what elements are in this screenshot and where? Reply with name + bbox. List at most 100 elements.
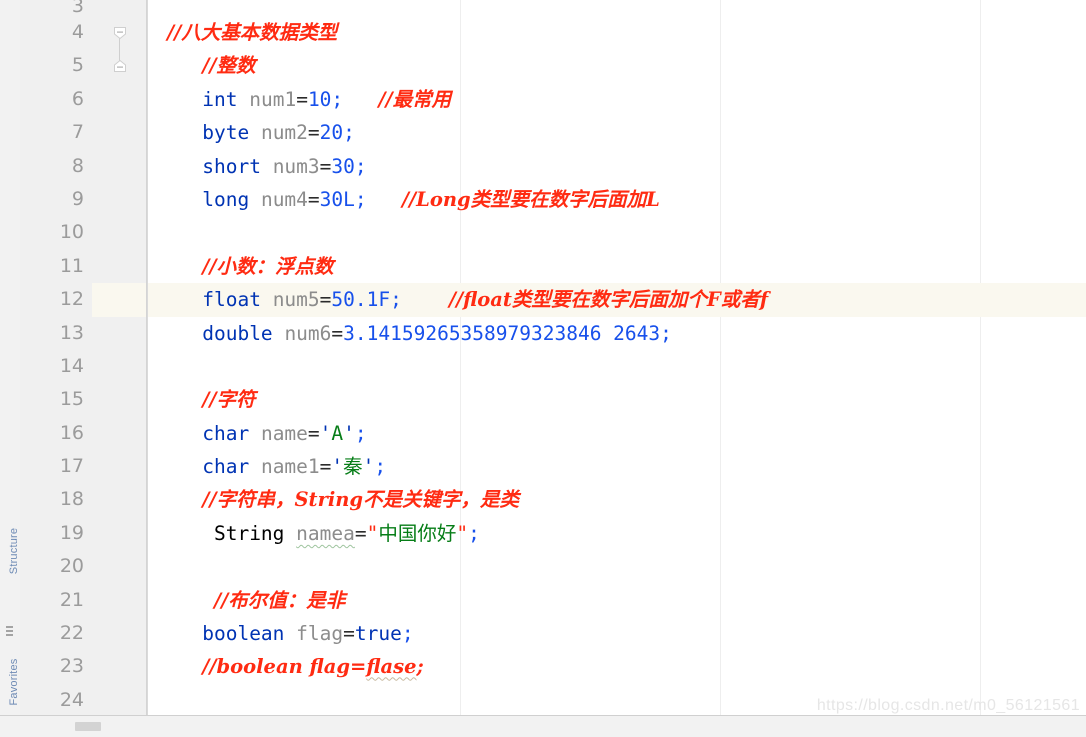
- line-content[interactable]: //小数：浮点数: [147, 249, 1086, 284]
- editor-line[interactable]: 4 //八大基本数据类型: [20, 16, 1086, 50]
- line-content[interactable]: float num5=50.1F; //float类型要在数字后面加个F或者f: [147, 283, 1086, 317]
- watermark: https://blog.csdn.net/m0_56121561: [816, 697, 1080, 714]
- comment-token: //boolean flag=: [202, 655, 367, 679]
- line-number: 23: [20, 650, 92, 684]
- editor-line[interactable]: 6 int num1=10; //最常用: [20, 82, 1086, 117]
- line-content[interactable]: [147, 216, 1086, 250]
- line-content[interactable]: [147, 349, 1086, 384]
- identifier-token: num4: [260, 187, 308, 211]
- fold-gutter[interactable]: [92, 283, 147, 317]
- fold-gutter[interactable]: [92, 583, 147, 618]
- line-content[interactable]: int num1=10; //最常用: [147, 82, 1086, 117]
- editor-line[interactable]: 22 boolean flag=true;: [20, 617, 1086, 651]
- identifier-token: num2: [260, 121, 308, 145]
- line-content[interactable]: byte num2=20;: [147, 116, 1086, 150]
- fold-gutter[interactable]: [92, 0, 147, 16]
- editor-line[interactable]: 17 char name1='秦';: [20, 450, 1086, 484]
- fold-gutter[interactable]: [92, 49, 147, 83]
- line-number: 22: [20, 617, 92, 651]
- line-content[interactable]: //字符: [147, 383, 1086, 417]
- line-content[interactable]: //布尔值：是非: [147, 583, 1086, 618]
- editor-line-current[interactable]: 12 float num5=50.1F; //float类型要在数字后面加个F或…: [20, 283, 1086, 317]
- drag-grip-icon[interactable]: [6, 626, 13, 637]
- editor-line[interactable]: 14: [20, 349, 1086, 384]
- line-content[interactable]: String namea="中国你好";: [147, 516, 1086, 551]
- fold-gutter[interactable]: [92, 82, 147, 117]
- fold-gutter[interactable]: [92, 216, 147, 250]
- fold-gutter[interactable]: [92, 416, 147, 451]
- fold-gutter[interactable]: [92, 550, 147, 584]
- comment-token: //Long类型要在数字后面加L: [401, 187, 660, 211]
- editor-line[interactable]: 10: [20, 216, 1086, 250]
- editor-line[interactable]: 7 byte num2=20;: [20, 116, 1086, 150]
- tool-window-button-structure[interactable]: Structure: [8, 511, 20, 591]
- fold-gutter[interactable]: [92, 116, 147, 150]
- fold-gutter[interactable]: [92, 483, 147, 517]
- number-token: 30L: [319, 187, 355, 211]
- line-number: 12: [20, 283, 92, 317]
- line-content[interactable]: //字符串，String不是关键字，是类: [147, 483, 1086, 517]
- editor-line[interactable]: 13 double num6=3.14159265358979323846 26…: [20, 316, 1086, 350]
- fold-gutter[interactable]: [92, 516, 147, 551]
- line-number: 15: [20, 383, 92, 417]
- fold-gutter[interactable]: [92, 182, 147, 217]
- editor-line[interactable]: 16 char name='A';: [20, 416, 1086, 451]
- tool-window-strip[interactable]: Structure Favorites: [0, 0, 21, 716]
- line-number: 9: [20, 182, 92, 217]
- editor-line[interactable]: 8 short num3=30;: [20, 149, 1086, 183]
- line-number: 3: [20, 0, 92, 16]
- fold-gutter[interactable]: [92, 650, 147, 684]
- line-content[interactable]: boolean flag=true;: [147, 617, 1086, 651]
- keyword-token: boolean: [202, 622, 285, 646]
- editor-line[interactable]: 15 //字符: [20, 383, 1086, 417]
- number-token: 20: [319, 121, 344, 145]
- line-number: 10: [20, 216, 92, 250]
- fold-gutter[interactable]: [92, 617, 147, 651]
- editor-line[interactable]: 19 String namea="中国你好";: [20, 516, 1086, 551]
- editor-line[interactable]: 11 //小数：浮点数: [20, 249, 1086, 284]
- line-content[interactable]: double num6=3.14159265358979323846 2643;: [147, 316, 1086, 350]
- line-content[interactable]: char name1='秦';: [147, 450, 1086, 484]
- editor-line[interactable]: 5 //整数: [20, 49, 1086, 83]
- editor-line[interactable]: 3: [20, 0, 1086, 16]
- line-content[interactable]: [147, 550, 1086, 584]
- number-token: 3.14159265358979323846 2643: [343, 321, 661, 345]
- fold-gutter[interactable]: [92, 149, 147, 183]
- comment-token: //最常用: [378, 87, 452, 111]
- line-number: 8: [20, 149, 92, 183]
- code-editor[interactable]: 3 4 //八大基本数据类型 5 //整数 6 int num1=10; //最…: [20, 0, 1086, 716]
- line-number: 24: [20, 683, 92, 716]
- line-content[interactable]: char name='A';: [147, 416, 1086, 451]
- comment-token: //小数：浮点数: [202, 254, 334, 278]
- comment-token: //整数: [202, 54, 256, 78]
- fold-gutter[interactable]: [92, 249, 147, 284]
- line-content[interactable]: [147, 0, 1086, 16]
- editor-line[interactable]: 9 long num4=30L; //Long类型要在数字后面加L: [20, 182, 1086, 217]
- editor-line[interactable]: 23 //boolean flag=flase;: [20, 650, 1086, 684]
- horizontal-scrollbar[interactable]: [20, 715, 1086, 737]
- char-literal-token: 秦: [343, 455, 363, 479]
- fold-gutter[interactable]: [92, 383, 147, 417]
- fold-gutter[interactable]: [92, 16, 147, 50]
- fold-expand-icon[interactable]: [112, 58, 128, 74]
- line-content[interactable]: //整数: [147, 49, 1086, 83]
- line-number: 13: [20, 316, 92, 350]
- line-number: 6: [20, 82, 92, 117]
- fold-gutter[interactable]: [92, 316, 147, 350]
- line-number: 7: [20, 116, 92, 150]
- editor-line[interactable]: 20: [20, 550, 1086, 584]
- line-content[interactable]: //八大基本数据类型: [147, 16, 1086, 50]
- tool-window-button-favorites[interactable]: Favorites: [8, 642, 20, 716]
- editor-line[interactable]: 18 //字符串，String不是关键字，是类: [20, 483, 1086, 517]
- number-token: 30: [331, 154, 355, 178]
- fold-gutter[interactable]: [92, 683, 147, 716]
- editor-line[interactable]: 21 //布尔值：是非: [20, 583, 1086, 618]
- horizontal-scrollbar-thumb[interactable]: [75, 722, 101, 731]
- line-content[interactable]: short num3=30;: [147, 149, 1086, 183]
- fold-collapse-icon[interactable]: [112, 25, 128, 41]
- line-content[interactable]: long num4=30L; //Long类型要在数字后面加L: [147, 182, 1086, 217]
- line-content[interactable]: //boolean flag=flase;: [147, 650, 1086, 684]
- fold-gutter[interactable]: [92, 450, 147, 484]
- fold-gutter[interactable]: [92, 349, 147, 384]
- keyword-token: char: [202, 455, 250, 479]
